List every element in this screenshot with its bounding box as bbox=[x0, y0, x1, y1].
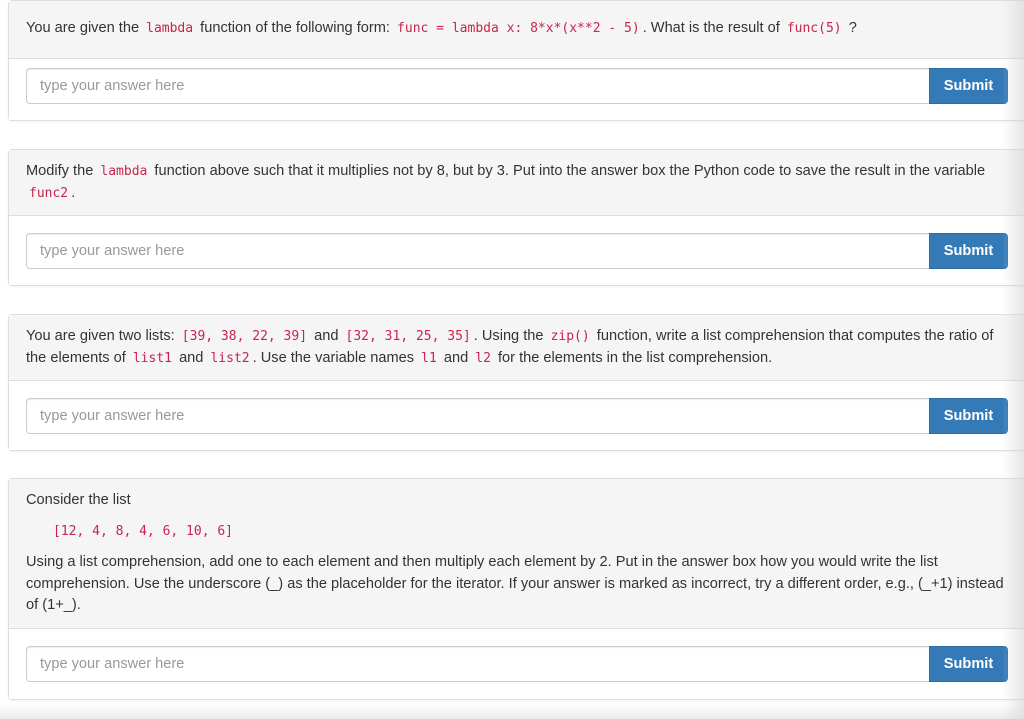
prompt-text: Modify the bbox=[26, 163, 94, 179]
answer-row-2: Submit bbox=[26, 233, 1008, 269]
prompt-text: function above such that it multiplies n… bbox=[154, 163, 986, 179]
answer-area-2: Submit bbox=[9, 216, 1024, 285]
prompt-text: . What is the result of bbox=[642, 20, 780, 36]
prompt-text: . Using the bbox=[473, 328, 544, 344]
prompt-text: and bbox=[314, 328, 339, 344]
prompt-code: list2 bbox=[210, 350, 250, 366]
prompt-text: You are given the bbox=[26, 20, 140, 36]
question-prompt-4: Consider the list [12, 4, 8, 4, 6, 10, 6… bbox=[9, 479, 1024, 629]
answer-input-4[interactable] bbox=[26, 646, 929, 682]
prompt-code: func(5) bbox=[786, 21, 842, 36]
question-card-2: Modify the lambda function above such th… bbox=[8, 149, 1024, 286]
submit-button-4[interactable]: Submit bbox=[929, 646, 1008, 682]
prompt-code: func = lambda x: 8*x*(x**2 - 5) bbox=[397, 21, 640, 36]
prompt-code: [39, 38, 22, 39] bbox=[181, 329, 308, 344]
prompt-text: Using a list comprehension, add one to e… bbox=[26, 554, 1004, 613]
prompt-code: [32, 31, 25, 35] bbox=[345, 329, 471, 344]
prompt-text: and bbox=[179, 349, 204, 366]
answer-row-3: Submit bbox=[26, 398, 1008, 434]
question-prompt-3: You are given two lists: [39, 38, 22, 39… bbox=[9, 315, 1024, 381]
prompt-code: l1 bbox=[421, 350, 437, 366]
prompt-code: l2 bbox=[475, 350, 491, 366]
answer-input-2[interactable] bbox=[26, 233, 929, 269]
submit-button-2[interactable]: Submit bbox=[929, 233, 1008, 269]
answer-area-1: Submit bbox=[9, 59, 1024, 120]
question-prompt-2: Modify the lambda function above such th… bbox=[9, 150, 1024, 216]
page: You are given the lambda function of the… bbox=[0, 0, 1024, 719]
prompt-text: for the elements in the list comprehensi… bbox=[497, 349, 773, 366]
prompt-code-block: [12, 4, 8, 4, 6, 10, 6] bbox=[26, 521, 1007, 543]
answer-area-4: Submit bbox=[9, 629, 1024, 699]
question-card-3: You are given two lists: [39, 38, 22, 39… bbox=[8, 314, 1024, 451]
prompt-text: You are given two lists: bbox=[26, 328, 175, 344]
question-card-1: You are given the lambda function of the… bbox=[8, 0, 1024, 121]
prompt-code: list1 bbox=[132, 350, 172, 366]
answer-area-3: Submit bbox=[9, 381, 1024, 450]
prompt-text: Consider the list bbox=[26, 492, 131, 508]
prompt-text: function of the following form: bbox=[200, 20, 390, 36]
prompt-code: lambda bbox=[146, 21, 194, 36]
prompt-code: [12, 4, 8, 4, 6, 10, 6] bbox=[53, 523, 234, 539]
quiz-page: You are given the lambda function of the… bbox=[0, 0, 1024, 719]
prompt-text: . Use the variable names bbox=[252, 349, 415, 366]
submit-button-3[interactable]: Submit bbox=[929, 398, 1008, 434]
prompt-text: . bbox=[71, 184, 76, 201]
answer-row-4: Submit bbox=[26, 646, 1008, 682]
prompt-code: lambda bbox=[100, 164, 148, 179]
answer-input-3[interactable] bbox=[26, 398, 929, 434]
prompt-text: ? bbox=[848, 20, 857, 36]
prompt-code: func2 bbox=[29, 185, 69, 201]
answer-row-1: Submit bbox=[26, 68, 1008, 104]
prompt-text: and bbox=[443, 349, 469, 366]
answer-input-1[interactable] bbox=[26, 68, 929, 104]
question-prompt-1: You are given the lambda function of the… bbox=[9, 1, 1024, 59]
submit-button-1[interactable]: Submit bbox=[929, 68, 1008, 104]
question-card-4: Consider the list [12, 4, 8, 4, 6, 10, 6… bbox=[8, 478, 1024, 700]
prompt-code: zip() bbox=[550, 329, 590, 344]
